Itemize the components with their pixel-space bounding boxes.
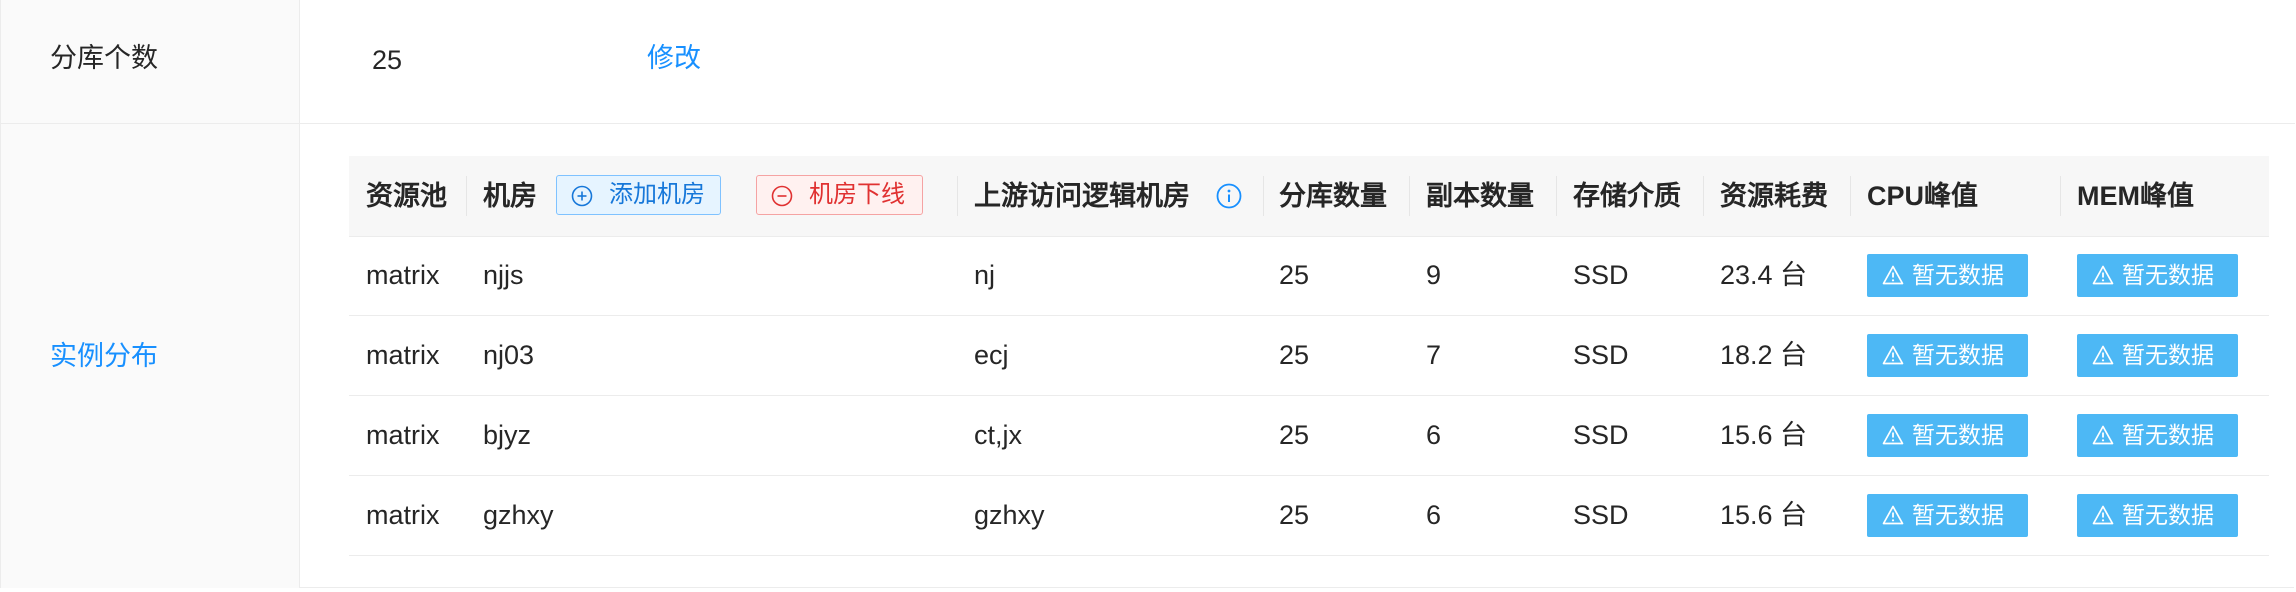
table-row: matrix bjyz ct,jx 25 6 SSD 15.6 台 暂无数据 暂… <box>349 396 2269 476</box>
cell-room: njjs <box>483 260 524 290</box>
cpu-nodata-button[interactable]: 暂无数据 <box>1867 334 2028 377</box>
mem-nodata-button[interactable]: 暂无数据 <box>2077 414 2238 457</box>
cell-pool: matrix <box>366 340 440 370</box>
cell-upstream: nj <box>974 260 996 290</box>
column-divider <box>957 176 958 216</box>
label-column <box>1 0 300 588</box>
cell-room: gzhxy <box>483 500 554 530</box>
cell-replicas: 6 <box>1426 420 1442 450</box>
cell-storage: SSD <box>1573 420 1629 450</box>
cpu-nodata-label: 暂无数据 <box>1912 422 2004 448</box>
cell-storage: SSD <box>1573 340 1629 370</box>
cell-upstream: ct,jx <box>974 420 1023 450</box>
cpu-nodata-button[interactable]: 暂无数据 <box>1867 414 2028 457</box>
cell-upstream: gzhxy <box>974 500 1045 530</box>
offline-room-button[interactable]: 机房下线 <box>756 175 923 215</box>
cell-cost: 23.4 台 <box>1720 260 1808 290</box>
cell-cost: 15.6 台 <box>1720 500 1808 530</box>
cell-pool: matrix <box>366 420 440 450</box>
warning-icon <box>1882 345 1904 365</box>
header-pool: 资源池 <box>366 181 447 211</box>
column-divider <box>1850 176 1851 216</box>
header-storage: 存储介质 <box>1573 181 1681 211</box>
warning-icon <box>2092 505 2114 525</box>
mem-nodata-button[interactable]: 暂无数据 <box>2077 254 2238 297</box>
offline-room-label: 机房下线 <box>809 181 905 208</box>
mem-nodata-button[interactable]: 暂无数据 <box>2077 494 2238 537</box>
cell-shards: 25 <box>1279 260 1310 290</box>
cell-cost: 15.6 台 <box>1720 420 1808 450</box>
table-row: matrix nj03 ecj 25 7 SSD 18.2 台 暂无数据 暂无数… <box>349 316 2269 396</box>
info-icon[interactable] <box>1216 183 1242 209</box>
column-divider <box>1263 176 1264 216</box>
cell-storage: SSD <box>1573 500 1629 530</box>
header-cpu: CPU峰值 <box>1867 181 1979 211</box>
cell-replicas: 9 <box>1426 260 1442 290</box>
shard-count-value: 25 <box>372 45 403 75</box>
cell-room: bjyz <box>483 420 532 450</box>
warning-icon <box>1882 425 1904 445</box>
warning-icon <box>2092 265 2114 285</box>
cell-upstream: ecj <box>974 340 1009 370</box>
header-mem: MEM峰值 <box>2077 181 2194 211</box>
cell-cost: 18.2 台 <box>1720 340 1808 370</box>
add-room-label: 添加机房 <box>609 181 705 208</box>
header-cost: 资源耗费 <box>1720 181 1828 211</box>
plus-circle-icon <box>571 185 593 207</box>
warning-icon <box>2092 425 2114 445</box>
cpu-nodata-label: 暂无数据 <box>1912 502 2004 528</box>
mem-nodata-label: 暂无数据 <box>2122 262 2214 288</box>
minus-circle-icon <box>771 185 793 207</box>
cell-replicas: 7 <box>1426 340 1442 370</box>
table-row: matrix gzhxy gzhxy 25 6 SSD 15.6 台 暂无数据 … <box>349 476 2269 556</box>
cpu-nodata-label: 暂无数据 <box>1912 262 2004 288</box>
cell-room: nj03 <box>483 340 535 370</box>
header-room-label: 机房 <box>483 181 537 211</box>
warning-icon <box>1882 265 1904 285</box>
cell-shards: 25 <box>1279 420 1310 450</box>
column-divider <box>1409 176 1410 216</box>
column-divider <box>466 176 467 216</box>
header-upstream: 上游访问逻辑机房 <box>974 181 1190 211</box>
cell-shards: 25 <box>1279 500 1310 530</box>
shard-count-label: 分库个数 <box>50 43 158 73</box>
mem-nodata-label: 暂无数据 <box>2122 422 2214 448</box>
header-replicas: 副本数量 <box>1426 181 1534 211</box>
cpu-nodata-button[interactable]: 暂无数据 <box>1867 254 2028 297</box>
mem-nodata-button[interactable]: 暂无数据 <box>2077 334 2238 377</box>
cell-pool: matrix <box>366 260 440 290</box>
mem-nodata-label: 暂无数据 <box>2122 502 2214 528</box>
header-shards: 分库数量 <box>1279 181 1387 211</box>
column-divider <box>2060 176 2061 216</box>
table-header: 资源池 机房 添加机房 机房下线 上游访问逻辑机房 分库数量 副本数量 存储介质… <box>349 156 2269 237</box>
cpu-nodata-button[interactable]: 暂无数据 <box>1867 494 2028 537</box>
cell-pool: matrix <box>366 500 440 530</box>
add-room-button[interactable]: 添加机房 <box>556 175 721 215</box>
table-row: matrix njjs nj 25 9 SSD 23.4 台 暂无数据 暂无数据 <box>349 236 2269 316</box>
column-divider <box>1703 176 1704 216</box>
warning-icon <box>1882 505 1904 525</box>
mem-nodata-label: 暂无数据 <box>2122 342 2214 368</box>
cpu-nodata-label: 暂无数据 <box>1912 342 2004 368</box>
column-divider <box>1556 176 1557 216</box>
edit-shard-count-link[interactable]: 修改 <box>647 40 701 76</box>
cell-shards: 25 <box>1279 340 1310 370</box>
row-divider <box>1 123 2295 124</box>
cell-storage: SSD <box>1573 260 1629 290</box>
instance-distribution-label: 实例分布 <box>50 341 158 371</box>
cell-replicas: 6 <box>1426 500 1442 530</box>
warning-icon <box>2092 345 2114 365</box>
